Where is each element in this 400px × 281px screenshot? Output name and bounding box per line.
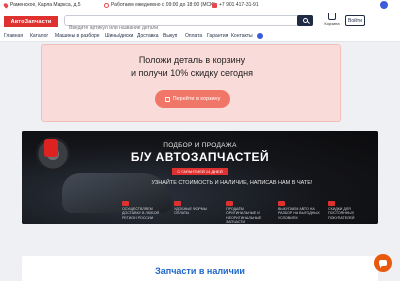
car-icon xyxy=(278,201,285,206)
address-info: Раменское, Карла Маркса, д.5 xyxy=(2,1,81,9)
nav-item-contacts[interactable]: Контакты xyxy=(231,33,253,39)
location-pin-icon xyxy=(2,1,10,9)
cart-discount-promo: Положи деталь в корзину и получи 10% ски… xyxy=(41,44,341,122)
nav-item-cars[interactable]: Машины в разборе xyxy=(55,33,100,39)
site-logo[interactable]: АвтоЗапчасти xyxy=(4,16,58,27)
main-nav: Главная Каталог Машины в разборе Шины/ди… xyxy=(0,31,400,42)
cart-button[interactable]: Корзина xyxy=(322,13,342,26)
percent-icon xyxy=(328,201,335,206)
truck-icon xyxy=(122,201,129,206)
bag-icon xyxy=(164,96,170,102)
nav-item-delivery[interactable]: Доставка xyxy=(137,33,158,39)
cart-icon xyxy=(328,13,336,20)
hours-text: Работаем ежедневно с 09:00 до 18:00 (MCK… xyxy=(111,2,216,8)
banner-chat-call: УЗНАЙТЕ СТОИМОСТЬ И НАЛИЧИЕ, НАПИСАВ НАМ… xyxy=(151,180,313,186)
hours-info: Работаем ежедневно с 09:00 до 18:00 (MCK… xyxy=(104,2,215,8)
section-title: Запчасти в наличии xyxy=(155,266,245,276)
nav-item-tires[interactable]: Шины/диски xyxy=(105,33,133,39)
in-stock-section: Запчасти в наличии xyxy=(22,256,378,281)
search-box xyxy=(64,15,311,33)
nav-item-warranty[interactable]: Гарантия xyxy=(207,33,228,39)
top-info-bar: Раменское, Карла Маркса, д.5 Работаем еж… xyxy=(0,0,400,11)
chat-icon xyxy=(379,260,387,268)
promo-line-2: и получи 10% скидку сегодня xyxy=(131,68,253,78)
banner-subtitle: ПОДБОР И ПРОДАЖА xyxy=(163,142,237,149)
telegram-icon[interactable] xyxy=(380,1,388,9)
hero-banner[interactable]: ПОДБОР И ПРОДАЖА Б/У АВТОЗАПЧАСТЕЙ С ГАР… xyxy=(22,131,378,224)
feature-buyout: ВЫКУПАЕМ АВТО НА РАЗБОР НА ВЫГОДНЫХ УСЛО… xyxy=(278,201,324,220)
nav-item-catalog[interactable]: Каталог xyxy=(30,33,48,39)
feature-payment: УДОБНЫЕ ФОРМЫ ОПЛАТЫ xyxy=(174,201,220,216)
clock-icon xyxy=(104,2,109,8)
feature-discounts: СКИДКИ ДЛЯ ПОСТОЯННЫХ ПОКУПАТЕЛЕЙ xyxy=(328,201,374,220)
login-button[interactable]: Войти xyxy=(345,15,365,26)
go-to-cart-button[interactable]: Перейти в корзину xyxy=(155,90,230,108)
nav-item-home[interactable]: Главная xyxy=(4,33,23,39)
site-header: АвтоЗапчасти Корзина Войти xyxy=(0,11,400,33)
card-icon xyxy=(174,201,181,206)
chat-button[interactable] xyxy=(374,254,392,272)
parts-icon xyxy=(226,201,233,206)
nav-item-buyout[interactable]: Выкуп xyxy=(163,33,177,39)
warranty-badge: С ГАРАНТИЕЙ 14 ДНЕЙ xyxy=(172,168,228,175)
feature-delivery: ОСУЩЕСТВЛЯЕМ ДОСТАВКУ В ЛЮБОЙ РЕГИОН РОС… xyxy=(122,201,168,220)
phone-icon xyxy=(212,2,217,8)
cart-label: Корзина xyxy=(324,21,340,26)
banner-features: ОСУЩЕСТВЛЯЕМ ДОСТАВКУ В ЛЮБОЙ РЕГИОН РОС… xyxy=(122,201,374,224)
search-button[interactable] xyxy=(297,15,313,26)
promo-line-1: Положи деталь в корзину xyxy=(138,55,246,65)
phone-info[interactable]: +7 901 417-31-91 xyxy=(212,2,259,8)
address-text: Раменское, Карла Маркса, д.5 xyxy=(10,2,81,8)
telegram-icon[interactable] xyxy=(257,33,263,39)
search-icon xyxy=(302,18,308,23)
phone-text[interactable]: +7 901 417-31-91 xyxy=(219,2,259,8)
nav-item-payment[interactable]: Оплата xyxy=(185,33,202,39)
banner-title: Б/У АВТОЗАПЧАСТЕЙ xyxy=(130,150,270,164)
go-to-cart-label: Перейти в корзину xyxy=(172,96,221,102)
feature-parts: ПРОДАЁМ ОРИГИНАЛЬНЫЕ И НЕОРИГИНАЛЬНЫЕ ЗА… xyxy=(226,201,272,224)
